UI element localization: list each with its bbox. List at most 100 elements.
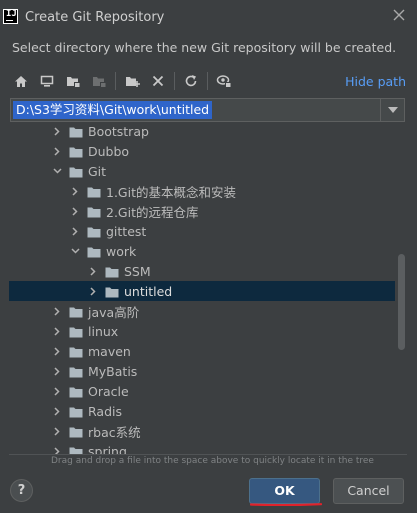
- folder-icon: [69, 326, 83, 337]
- folder-icon: [87, 186, 101, 197]
- chevron-right-icon[interactable]: [69, 201, 81, 221]
- chevron-right-icon[interactable]: [51, 361, 63, 381]
- chevron-right-icon[interactable]: [87, 281, 99, 301]
- chevron-down-icon[interactable]: [69, 241, 81, 261]
- tree-row-label: 1.Git的基本概念和安装: [106, 184, 236, 200]
- folder-icon: [69, 126, 83, 137]
- tree-row[interactable]: gittest: [9, 221, 395, 241]
- tree-row-label: Radis: [88, 403, 122, 419]
- tree-row-label: work: [106, 243, 137, 259]
- project-folder-button[interactable]: [62, 70, 84, 92]
- tree-row-label: gittest: [106, 223, 147, 239]
- intellij-logo-icon: IJ: [3, 9, 18, 24]
- new-folder-button[interactable]: [121, 70, 143, 92]
- show-hidden-button[interactable]: [213, 70, 235, 92]
- refresh-button[interactable]: [180, 70, 202, 92]
- folder-icon: [69, 406, 83, 417]
- desktop-button[interactable]: [36, 70, 58, 92]
- folder-icon: [69, 446, 83, 454]
- chevron-down-icon[interactable]: [51, 161, 63, 181]
- folder-icon: [87, 246, 101, 257]
- tree-row-label: linux: [88, 323, 119, 339]
- path-combo-box[interactable]: D:\S3学习资料\Git\work\untitled: [10, 98, 405, 122]
- folder-icon: [69, 166, 83, 177]
- tree-row-label: Git: [88, 163, 107, 179]
- tree-row[interactable]: rbac系统: [9, 421, 395, 441]
- tree-row-label: MyBatis: [88, 363, 138, 379]
- path-dropdown-button[interactable]: [380, 99, 404, 121]
- toolbar-separator: [174, 72, 175, 90]
- chevron-right-icon[interactable]: [51, 381, 63, 401]
- tree-row-label: Dubbo: [88, 143, 130, 159]
- close-button[interactable]: [390, 7, 408, 25]
- tree-row-label: rbac系统: [88, 424, 141, 440]
- chevron-right-icon[interactable]: [51, 441, 63, 454]
- toolbar-separator: [115, 72, 116, 90]
- cancel-button[interactable]: Cancel: [333, 478, 404, 504]
- tree-row-label: Bootstrap: [88, 124, 149, 139]
- chevron-right-icon[interactable]: [51, 141, 63, 161]
- module-folder-button[interactable]: [88, 70, 110, 92]
- tree-row[interactable]: spring: [9, 441, 395, 454]
- desktop-icon: [40, 75, 54, 87]
- tree-row[interactable]: Oracle: [9, 381, 395, 401]
- tree-row[interactable]: Bootstrap: [9, 124, 395, 141]
- hide-path-link[interactable]: Hide path: [345, 74, 406, 89]
- folder-icon: [69, 346, 83, 357]
- tree-row[interactable]: linux: [9, 321, 395, 341]
- chevron-right-icon[interactable]: [87, 261, 99, 281]
- tree-row[interactable]: MyBatis: [9, 361, 395, 381]
- folder-icon: [69, 426, 83, 437]
- folder-icon: [69, 146, 83, 157]
- tree-row-label: 2.Git的远程仓库: [106, 204, 199, 220]
- project-folder-icon: [66, 76, 80, 87]
- folder-icon: [105, 286, 119, 297]
- new-folder-icon: [125, 76, 140, 87]
- tree-row[interactable]: maven: [9, 341, 395, 361]
- help-button[interactable]: ?: [10, 479, 33, 502]
- chevron-right-icon[interactable]: [51, 341, 63, 361]
- delete-button[interactable]: [147, 70, 169, 92]
- folder-icon: [87, 226, 101, 237]
- chevron-right-icon[interactable]: [51, 401, 63, 421]
- file-chooser-toolbar: [10, 70, 239, 92]
- tree-row-label: java高阶: [88, 304, 140, 320]
- tree-row[interactable]: 2.Git的远程仓库: [9, 201, 395, 221]
- home-icon: [15, 75, 27, 87]
- chevron-right-icon[interactable]: [51, 124, 63, 141]
- chevron-right-icon[interactable]: [51, 421, 63, 441]
- tree-row-label: SSM: [124, 263, 151, 279]
- tree-row[interactable]: untitled: [9, 281, 395, 301]
- tree-row[interactable]: work: [9, 241, 395, 261]
- chevron-right-icon[interactable]: [51, 301, 63, 321]
- window-title: Create Git Repository: [25, 10, 165, 25]
- tree-row[interactable]: 1.Git的基本概念和安装: [9, 181, 395, 201]
- folder-icon: [69, 306, 83, 317]
- chevron-right-icon[interactable]: [69, 221, 81, 241]
- tree-row-label: Oracle: [88, 383, 129, 399]
- chevron-right-icon[interactable]: [51, 321, 63, 341]
- refresh-icon: [185, 75, 197, 87]
- tree-scrollbar-thumb[interactable]: [398, 254, 405, 350]
- path-input[interactable]: D:\S3学习资料\Git\work\untitled: [13, 101, 213, 119]
- module-folder-icon: [92, 76, 106, 87]
- tree-row[interactable]: Dubbo: [9, 141, 395, 161]
- tree-row[interactable]: Git: [9, 161, 395, 181]
- tree-row[interactable]: Radis: [9, 401, 395, 421]
- close-icon: [393, 9, 405, 21]
- tree-row-label: spring: [88, 443, 127, 455]
- tree-row-label: untitled: [124, 283, 173, 299]
- ok-button[interactable]: OK: [249, 478, 320, 504]
- chevron-right-icon[interactable]: [69, 181, 81, 201]
- delete-icon: [152, 75, 164, 87]
- folder-icon: [69, 366, 83, 377]
- show-hidden-icon: [216, 75, 231, 88]
- home-button[interactable]: [10, 70, 32, 92]
- directory-tree[interactable]: spring rbac系统 Radis Oracle MyBatis maven linux…: [9, 124, 407, 454]
- folder-icon: [87, 206, 101, 217]
- tree-row[interactable]: SSM: [9, 261, 395, 281]
- toolbar-separator: [207, 72, 208, 90]
- chevron-down-icon: [387, 107, 398, 113]
- folder-icon: [105, 266, 119, 277]
- tree-row[interactable]: java高阶: [9, 301, 395, 321]
